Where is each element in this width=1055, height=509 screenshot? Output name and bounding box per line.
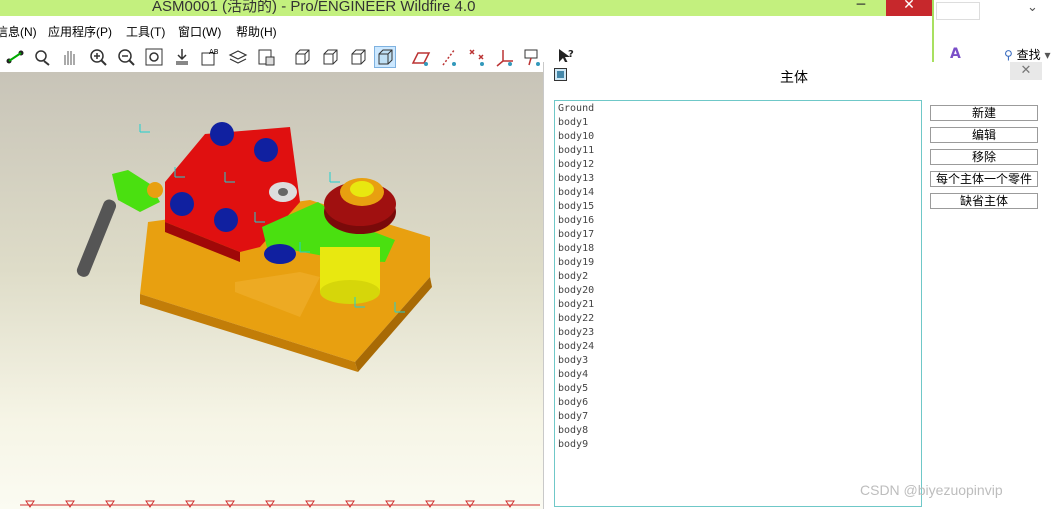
list-item[interactable]: body16 [558, 214, 918, 228]
orient-icon[interactable] [31, 46, 53, 68]
list-item[interactable]: body20 [558, 284, 918, 298]
remove-body-button[interactable]: 移除 [930, 149, 1038, 165]
window-title: ASM0001 (活动的) - Pro/ENGINEER Wildfire 4.… [152, 0, 476, 15]
list-item[interactable]: body23 [558, 326, 918, 340]
datum-axes-icon[interactable] [438, 46, 460, 68]
menu-applications[interactable]: 应用程序(P) [48, 23, 112, 40]
menu-info[interactable]: 信息(N) [0, 23, 37, 40]
list-item[interactable]: body10 [558, 130, 918, 144]
wireframe-icon[interactable] [291, 46, 313, 68]
list-item[interactable]: body24 [558, 340, 918, 354]
menu-window[interactable]: 窗口(W) [178, 23, 221, 40]
list-item[interactable]: body19 [558, 256, 918, 270]
datum-planes-icon[interactable] [410, 46, 432, 68]
dialog-title: 主体 [780, 70, 808, 86]
bodies-dialog: 主体 ✕ Ground body1 body10 body11 body12 body13… [543, 62, 1055, 509]
menu-bar: 信息(N) 应用程序(P) 工具(T) 窗口(W) 帮助(H) [0, 16, 932, 42]
svg-text:AB: AB [209, 48, 219, 56]
view-manager-icon[interactable] [255, 46, 277, 68]
font-style-icon[interactable]: A [950, 46, 961, 62]
window-titlebar: ASM0001 (活动的) - Pro/ENGINEER Wildfire 4.… [0, 0, 932, 16]
list-item[interactable]: body11 [558, 144, 918, 158]
edit-body-button[interactable]: 编辑 [930, 127, 1038, 143]
dialog-close-button[interactable]: ✕ [1010, 62, 1042, 80]
list-item[interactable]: body9 [558, 438, 918, 452]
list-item[interactable]: body15 [558, 200, 918, 214]
list-item[interactable]: body8 [558, 424, 918, 438]
zoom-out-icon[interactable] [115, 46, 137, 68]
datum-points-icon[interactable] [466, 46, 488, 68]
dialog-app-icon [554, 68, 567, 81]
list-item[interactable]: body4 [558, 368, 918, 382]
find-button[interactable]: ⚲ 查找 ▾ [1004, 46, 1051, 63]
chevron-down-icon[interactable]: ⌄ [1027, 0, 1038, 15]
layers-icon[interactable] [227, 46, 249, 68]
background-app-strip: ⌄ A ⚲ 查找 ▾ [932, 0, 1055, 62]
coordinate-systems-icon[interactable] [494, 46, 516, 68]
list-item[interactable]: body6 [558, 396, 918, 410]
close-button[interactable]: ✕ [886, 0, 932, 16]
blank-tab [936, 2, 980, 20]
pan-hand-icon[interactable] [59, 46, 81, 68]
list-item[interactable]: body7 [558, 410, 918, 424]
list-item[interactable]: body21 [558, 298, 918, 312]
dialog-titlebar: 主体 ✕ [544, 62, 1055, 88]
one-body-per-part-button[interactable]: 每个主体一个零件 [930, 171, 1038, 187]
binoculars-icon: ⚲ [1004, 48, 1013, 62]
reorient-icon[interactable] [171, 46, 193, 68]
bodies-list[interactable]: Ground body1 body10 body11 body12 body13 body1… [554, 100, 922, 507]
no-hidden-icon[interactable] [347, 46, 369, 68]
list-item[interactable]: body14 [558, 186, 918, 200]
list-item[interactable]: body22 [558, 312, 918, 326]
watermark: CSDN @biyezuopinvip [860, 482, 1003, 498]
menu-tools[interactable]: 工具(T) [126, 23, 165, 40]
list-item[interactable]: Ground [558, 102, 918, 116]
list-item[interactable]: body2 [558, 270, 918, 284]
list-item[interactable]: body1 [558, 116, 918, 130]
find-label: 查找 [1016, 48, 1041, 62]
new-body-button[interactable]: 新建 [930, 105, 1038, 121]
svg-text:?: ? [568, 49, 574, 60]
shading-icon[interactable] [374, 46, 396, 68]
saved-views-icon[interactable]: AB [199, 46, 221, 68]
annotations-icon[interactable] [522, 46, 544, 68]
graphics-viewport[interactable] [0, 72, 560, 509]
assembly-model-icon [20, 122, 540, 508]
minimize-button[interactable]: ─ [838, 0, 884, 16]
zoom-in-icon[interactable] [87, 46, 109, 68]
chevron-down-icon: ▾ [1044, 48, 1051, 62]
list-item[interactable]: body3 [558, 354, 918, 368]
default-body-button[interactable]: 缺省主体 [930, 193, 1038, 209]
hidden-line-icon[interactable] [319, 46, 341, 68]
menu-help[interactable]: 帮助(H) [236, 23, 277, 40]
refit-icon[interactable] [143, 46, 165, 68]
list-item[interactable]: body12 [558, 158, 918, 172]
connection-icon[interactable] [4, 46, 26, 68]
list-item[interactable]: body13 [558, 172, 918, 186]
list-item[interactable]: body18 [558, 242, 918, 256]
list-item[interactable]: body17 [558, 228, 918, 242]
list-item[interactable]: body5 [558, 382, 918, 396]
